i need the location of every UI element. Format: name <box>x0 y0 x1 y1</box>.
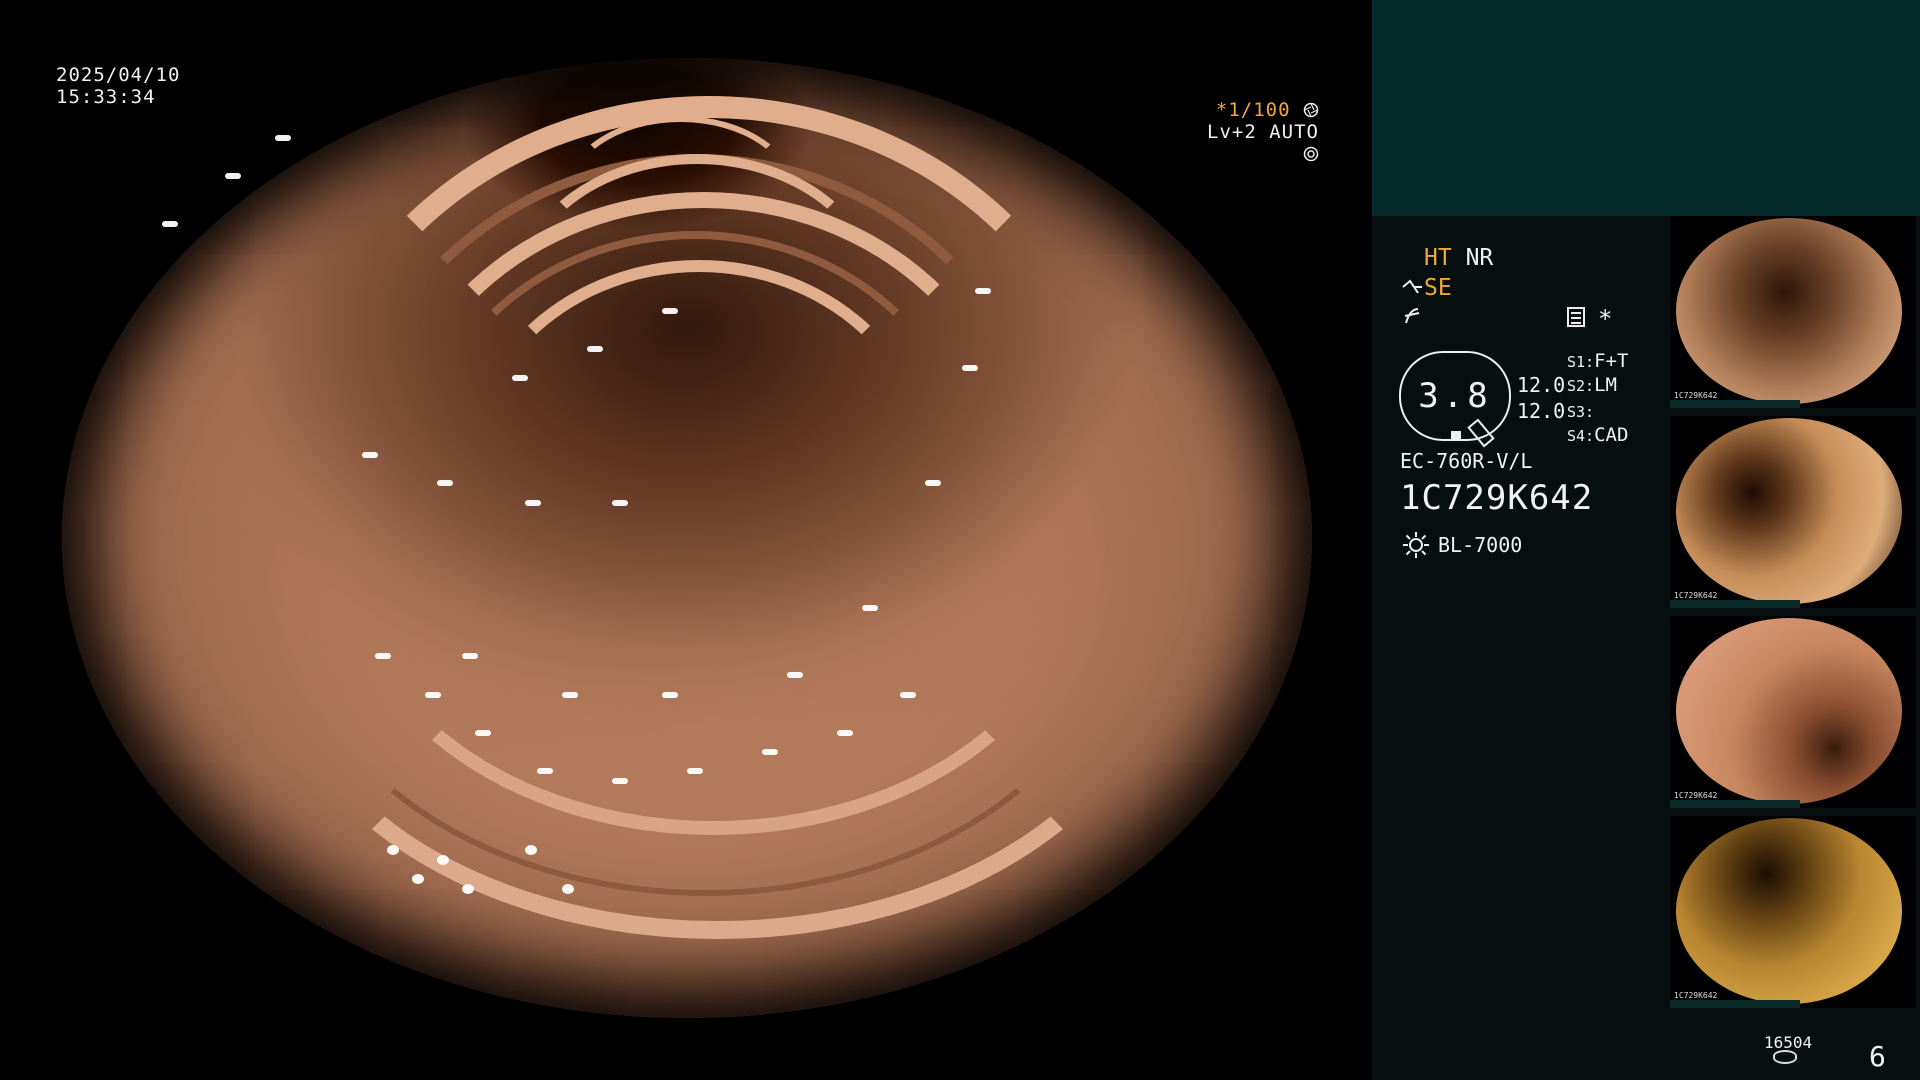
document-icon <box>1567 307 1585 327</box>
light-reflection <box>424 691 441 698</box>
nr-label: NR <box>1465 245 1494 271</box>
light-reflection <box>524 499 541 506</box>
thumbnail-caption: 1C729K642 <box>1674 991 1718 1000</box>
endoscope-view: 2025/04/10 15:33:34 *1/100 Lv+2 AUTO <box>0 0 1372 1080</box>
light-reflection <box>462 653 478 660</box>
thumbnail-bar <box>1670 600 1800 608</box>
capture-thumbnail[interactable]: 1C729K642 <box>1670 616 1916 808</box>
aperture-icon <box>1303 102 1319 118</box>
thumbnail-caption: 1C729K642 <box>1674 591 1718 600</box>
switch-key: S3: <box>1567 403 1595 421</box>
thumbnail-image <box>1676 818 1902 1004</box>
light-reflection <box>374 653 391 660</box>
thumbnail-image <box>1676 218 1902 404</box>
light-reflection <box>412 874 424 884</box>
light-reflection <box>224 173 241 180</box>
light-reflection <box>662 307 678 314</box>
switch-s1: S1:F+T <box>1567 350 1628 372</box>
switch-value: CAD <box>1594 424 1629 446</box>
light-reflection <box>274 134 291 141</box>
zoom-value: 3.8 <box>1418 376 1492 416</box>
iris-icon <box>1303 146 1319 162</box>
light-reflection <box>962 365 978 372</box>
light-reflection <box>924 480 941 487</box>
scope-serial: 1C729K642 <box>1400 478 1594 518</box>
switch-key: S1: <box>1567 353 1595 371</box>
scope-model: EC-760R-V/L <box>1400 449 1533 473</box>
scope-tip-icon <box>1402 279 1422 294</box>
light-reflection <box>474 730 491 736</box>
mucosal-fold <box>337 269 1090 835</box>
thumbnail-caption: 1C729K642 <box>1674 391 1718 400</box>
switch-value: LM <box>1594 374 1617 396</box>
disk-icon <box>1773 1050 1797 1064</box>
light-reflection <box>587 346 603 352</box>
light-reflection <box>387 845 399 856</box>
level-value: Lv+2 AUTO <box>1207 121 1319 143</box>
light-reflection <box>787 672 803 679</box>
capture-thumbnail[interactable]: 1C729K642 <box>1670 416 1916 608</box>
value-one: 12.0 <box>1517 373 1566 397</box>
f-symbol-icon <box>1402 305 1424 333</box>
shutter-speed: 1/100 <box>1228 99 1291 121</box>
se-mode: SE <box>1402 275 1452 301</box>
value-two: 12.0 <box>1517 399 1566 423</box>
zoom-marker-icon <box>1451 431 1461 439</box>
time-text: 15:33:34 <box>56 86 156 108</box>
thumbnail-caption: 1C729K642 <box>1674 791 1718 800</box>
datetime-display: 2025/04/10 15:33:34 <box>56 64 180 108</box>
light-reflection <box>437 480 453 487</box>
storage-count: 16504 <box>1764 1033 1813 1052</box>
f-symbol-glyph <box>1404 308 1420 324</box>
light-reflection <box>524 845 537 856</box>
ht-label: HT <box>1424 245 1452 271</box>
zoom-indicator: 3.8 <box>1399 351 1511 441</box>
light-reflection <box>162 221 178 228</box>
enhancement-mode: HT NR <box>1424 245 1493 271</box>
light-reflection <box>562 883 574 894</box>
switch-key: S4: <box>1567 427 1595 445</box>
info-panel-header-area <box>1372 0 1920 216</box>
endoscope-image <box>62 58 1312 1018</box>
light-reflection <box>362 451 378 458</box>
thumbnail-image <box>1676 618 1902 804</box>
light-reflection <box>462 883 474 894</box>
shutter-prefix: * <box>1215 99 1229 121</box>
shutter-line: *1/100 <box>1194 99 1319 121</box>
date-text: 2025/04/10 <box>56 64 181 86</box>
thumbnail-bar <box>1670 1000 1800 1008</box>
light-reflection <box>762 749 778 756</box>
light-reflection <box>974 288 991 295</box>
switch-s4: S4:CAD <box>1567 424 1628 446</box>
light-reflection <box>562 691 578 698</box>
light-reflection <box>837 730 853 736</box>
light-reflection <box>899 691 916 698</box>
level-line: Lv+2 AUTO <box>1194 121 1319 165</box>
star-indicator: * <box>1598 305 1613 333</box>
sun-icon <box>1403 532 1429 558</box>
light-reflection <box>612 778 628 784</box>
light-reflection <box>437 854 449 865</box>
thumbnail-image <box>1676 418 1902 604</box>
page-number: 6 <box>1869 1040 1886 1073</box>
thumbnail-bar <box>1670 800 1800 808</box>
capture-thumbnail[interactable]: 1C729K642 <box>1670 216 1916 408</box>
light-reflection <box>612 499 628 506</box>
light-reflection <box>687 768 703 775</box>
switch-s2: S2:LM <box>1567 374 1617 396</box>
switch-key: S2: <box>1567 377 1595 395</box>
se-label: SE <box>1424 275 1452 301</box>
switch-s3: S3: <box>1567 400 1594 422</box>
light-reflection <box>862 605 878 612</box>
light-source: BL-7000 <box>1438 533 1523 557</box>
switch-value: F+T <box>1594 350 1629 372</box>
light-reflection <box>537 768 553 775</box>
mucosal-fold <box>562 115 799 282</box>
light-reflection <box>512 374 528 381</box>
capture-thumbnail[interactable]: 1C729K642 <box>1670 816 1916 1008</box>
light-reflection <box>662 691 678 698</box>
thumbnail-bar <box>1670 400 1800 408</box>
exposure-readout: *1/100 Lv+2 AUTO <box>1194 99 1319 165</box>
